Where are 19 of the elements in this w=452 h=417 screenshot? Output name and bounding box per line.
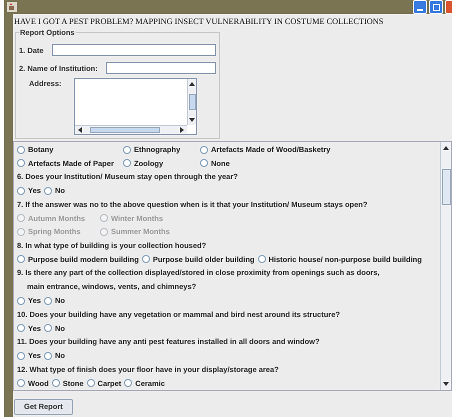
date-field[interactable] (52, 44, 216, 56)
up-arrow-icon[interactable] (188, 81, 196, 88)
up-arrow-icon[interactable] (442, 145, 450, 151)
scroll-thumb[interactable] (90, 127, 160, 134)
address-field[interactable] (74, 78, 197, 136)
vertical-scrollbar[interactable] (440, 142, 451, 390)
down-arrow-icon[interactable] (442, 381, 450, 387)
horizontal-scrollbar[interactable] (75, 125, 187, 134)
left-arrow-icon[interactable] (77, 126, 83, 134)
maximize-button[interactable] (429, 0, 443, 14)
down-arrow-icon[interactable] (188, 117, 196, 124)
scroll-thumb[interactable] (442, 169, 450, 205)
vertical-scrollbar[interactable] (187, 79, 196, 126)
right-arrow-icon[interactable] (179, 126, 185, 134)
close-button[interactable] (445, 0, 452, 14)
page-heading: HAVE I GOT A PEST PROBLEM? MAPPING INSECT VULNERABILITY IN COSTUME COLLECTIONS (13, 16, 384, 27)
institution-field[interactable] (106, 62, 216, 74)
scroll-thumb[interactable] (188, 94, 196, 110)
minimize-button[interactable] (413, 0, 427, 14)
